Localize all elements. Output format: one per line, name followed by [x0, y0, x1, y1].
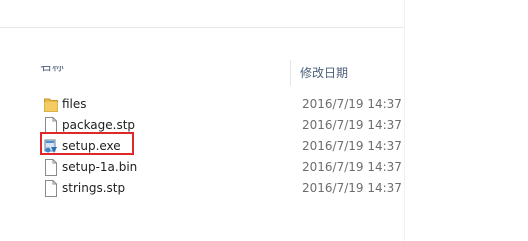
toolbar-divider — [0, 27, 405, 28]
column-header-date[interactable]: 修改日期 — [300, 66, 348, 80]
file-name: package.stp — [62, 118, 136, 132]
folder-icon — [44, 96, 58, 113]
file-modified-date: 2016/7/19 14:37 — [302, 181, 402, 195]
column-header-name[interactable]: 名称 — [40, 66, 80, 74]
file-row-strings-stp[interactable]: strings.stp 2016/7/19 14:37 — [40, 178, 520, 199]
file-name: files — [62, 97, 87, 111]
file-modified-date: 2016/7/19 14:37 — [302, 160, 402, 174]
column-separator[interactable] — [290, 60, 291, 86]
file-name: strings.stp — [62, 181, 126, 195]
file-modified-date: 2016/7/19 14:37 — [302, 118, 402, 132]
file-modified-date: 2016/7/19 14:37 — [302, 139, 402, 153]
file-name: setup-1a.bin — [62, 160, 138, 174]
file-row-setup-1a-bin[interactable]: setup-1a.bin 2016/7/19 14:37 — [40, 157, 520, 178]
file-modified-date: 2016/7/19 14:37 — [302, 97, 402, 111]
column-header-name-label: 名称 — [40, 66, 65, 73]
file-row-files[interactable]: files 2016/7/19 14:37 — [40, 94, 520, 115]
document-icon — [44, 159, 58, 176]
highlight-box — [40, 132, 134, 155]
document-icon — [44, 180, 58, 197]
